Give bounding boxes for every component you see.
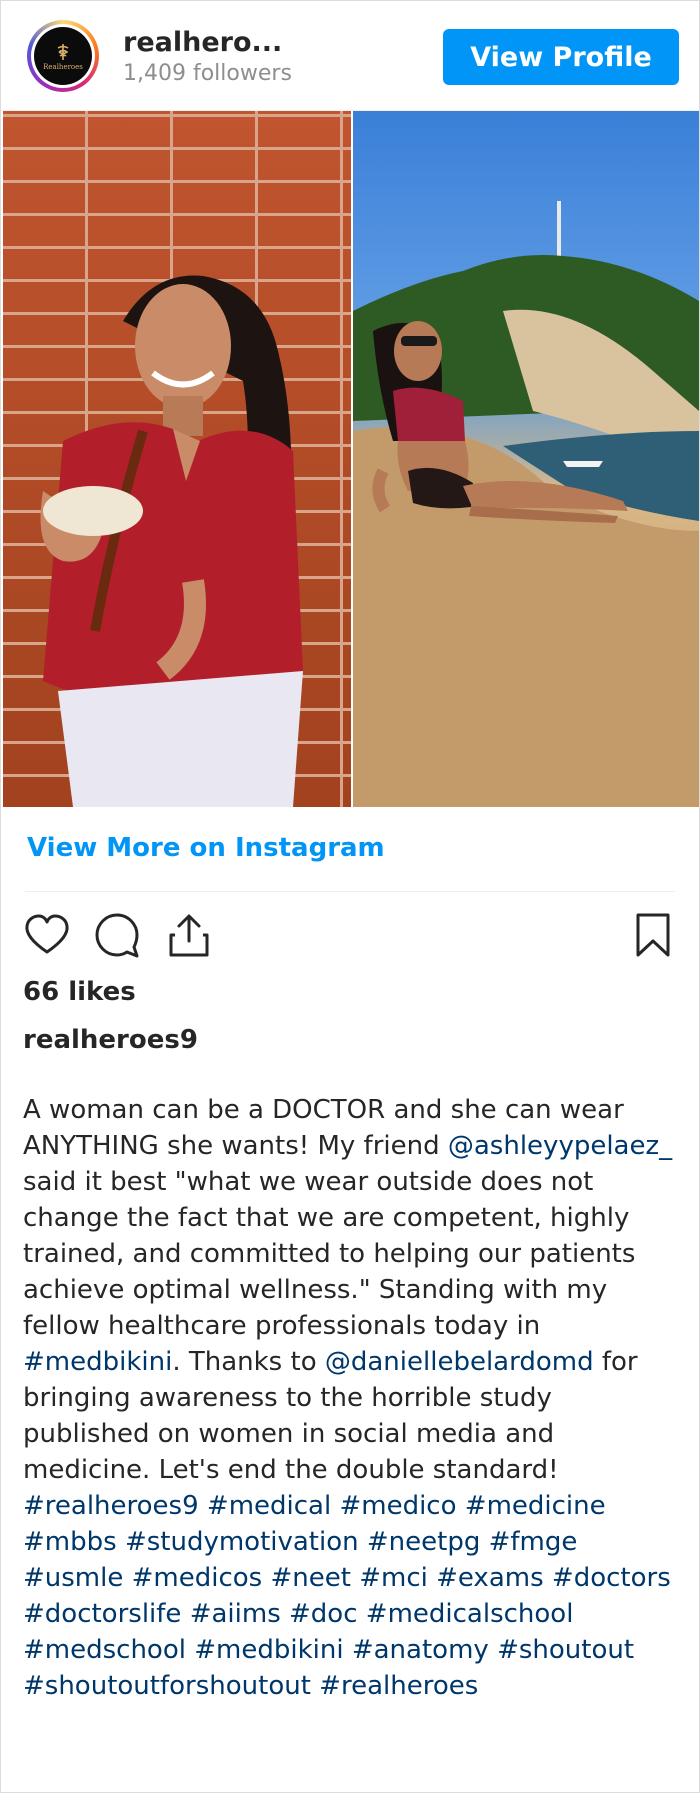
instagram-embed-card: Realheroes realhero... 1,409 followers V…: [0, 0, 700, 1793]
hashtag-link[interactable]: #mci: [359, 1563, 428, 1593]
photo-doctor-in-scrubs: [3, 111, 351, 807]
like-count[interactable]: 66 likes: [23, 977, 136, 1007]
realheroes-logo: Realheroes: [34, 27, 92, 85]
hashtag-link[interactable]: #shoutout: [497, 1635, 634, 1665]
hashtag-link[interactable]: #mbbs: [23, 1527, 117, 1557]
hashtag-link[interactable]: #realheroes9: [23, 1491, 199, 1521]
hashtag-link[interactable]: #medical: [207, 1491, 331, 1521]
view-more-link[interactable]: View More on Instagram: [27, 833, 385, 863]
hashtag-link[interactable]: #medicos: [132, 1563, 263, 1593]
hashtag-link[interactable]: #neetpg: [367, 1527, 480, 1557]
hashtag-link[interactable]: #doctorslife: [23, 1599, 181, 1629]
heart-icon[interactable]: [23, 911, 71, 959]
hashtag-link[interactable]: #fmge: [489, 1527, 578, 1557]
hashtag-link[interactable]: #medico: [339, 1491, 456, 1521]
mention-link[interactable]: @ashleyypelaez_: [448, 1131, 672, 1161]
hashtag-link[interactable]: #medicine: [465, 1491, 606, 1521]
hashtag-link[interactable]: #realheroes: [319, 1671, 478, 1701]
comment-icon[interactable]: [93, 911, 141, 959]
avatar-logo-text: Realheroes: [43, 62, 83, 71]
follower-count: 1,409 followers: [123, 61, 292, 86]
divider: [25, 891, 675, 892]
post-header: Realheroes realhero... 1,409 followers V…: [1, 1, 699, 111]
caduceus-icon: [57, 43, 69, 60]
hashtag-link[interactable]: #anatomy: [352, 1635, 489, 1665]
hashtag-link[interactable]: #medbikini: [23, 1347, 172, 1377]
share-icon[interactable]: [165, 911, 213, 959]
hashtag-link[interactable]: #medschool: [23, 1635, 186, 1665]
view-profile-button[interactable]: View Profile: [443, 29, 679, 85]
bookmark-icon[interactable]: [629, 911, 677, 959]
caption-username[interactable]: realheroes9: [23, 1025, 198, 1055]
profile-username[interactable]: realhero...: [123, 27, 282, 58]
mention-link[interactable]: @daniellebelardomd: [325, 1347, 594, 1377]
avatar[interactable]: Realheroes: [27, 20, 99, 92]
hashtag-link[interactable]: #exams: [436, 1563, 544, 1593]
caption-text: . Thanks to: [172, 1347, 325, 1377]
hashtag-link[interactable]: #medicalschool: [366, 1599, 574, 1629]
photo-beach: [353, 111, 699, 807]
caption-text: said it best "what we wear outside does …: [23, 1167, 636, 1341]
hashtag-link[interactable]: #aiims: [190, 1599, 281, 1629]
hashtag-link[interactable]: #neet: [270, 1563, 350, 1593]
hashtag-link[interactable]: #medbikini: [194, 1635, 343, 1665]
hashtag-link[interactable]: #studymotivation: [125, 1527, 359, 1557]
hashtag-link[interactable]: #shoutoutforshoutout: [23, 1671, 311, 1701]
hashtag-link[interactable]: #doc: [289, 1599, 358, 1629]
post-caption: A woman can be a DOCTOR and she can wear…: [23, 1092, 683, 1704]
hashtag-link[interactable]: #usmle: [23, 1563, 123, 1593]
post-media[interactable]: [3, 111, 699, 807]
hashtag-link[interactable]: #doctors: [552, 1563, 671, 1593]
hashtag-list: #realheroes9 #medical #medico #medicine …: [23, 1491, 671, 1701]
caption-body: A woman can be a DOCTOR and she can wear…: [23, 1095, 672, 1485]
